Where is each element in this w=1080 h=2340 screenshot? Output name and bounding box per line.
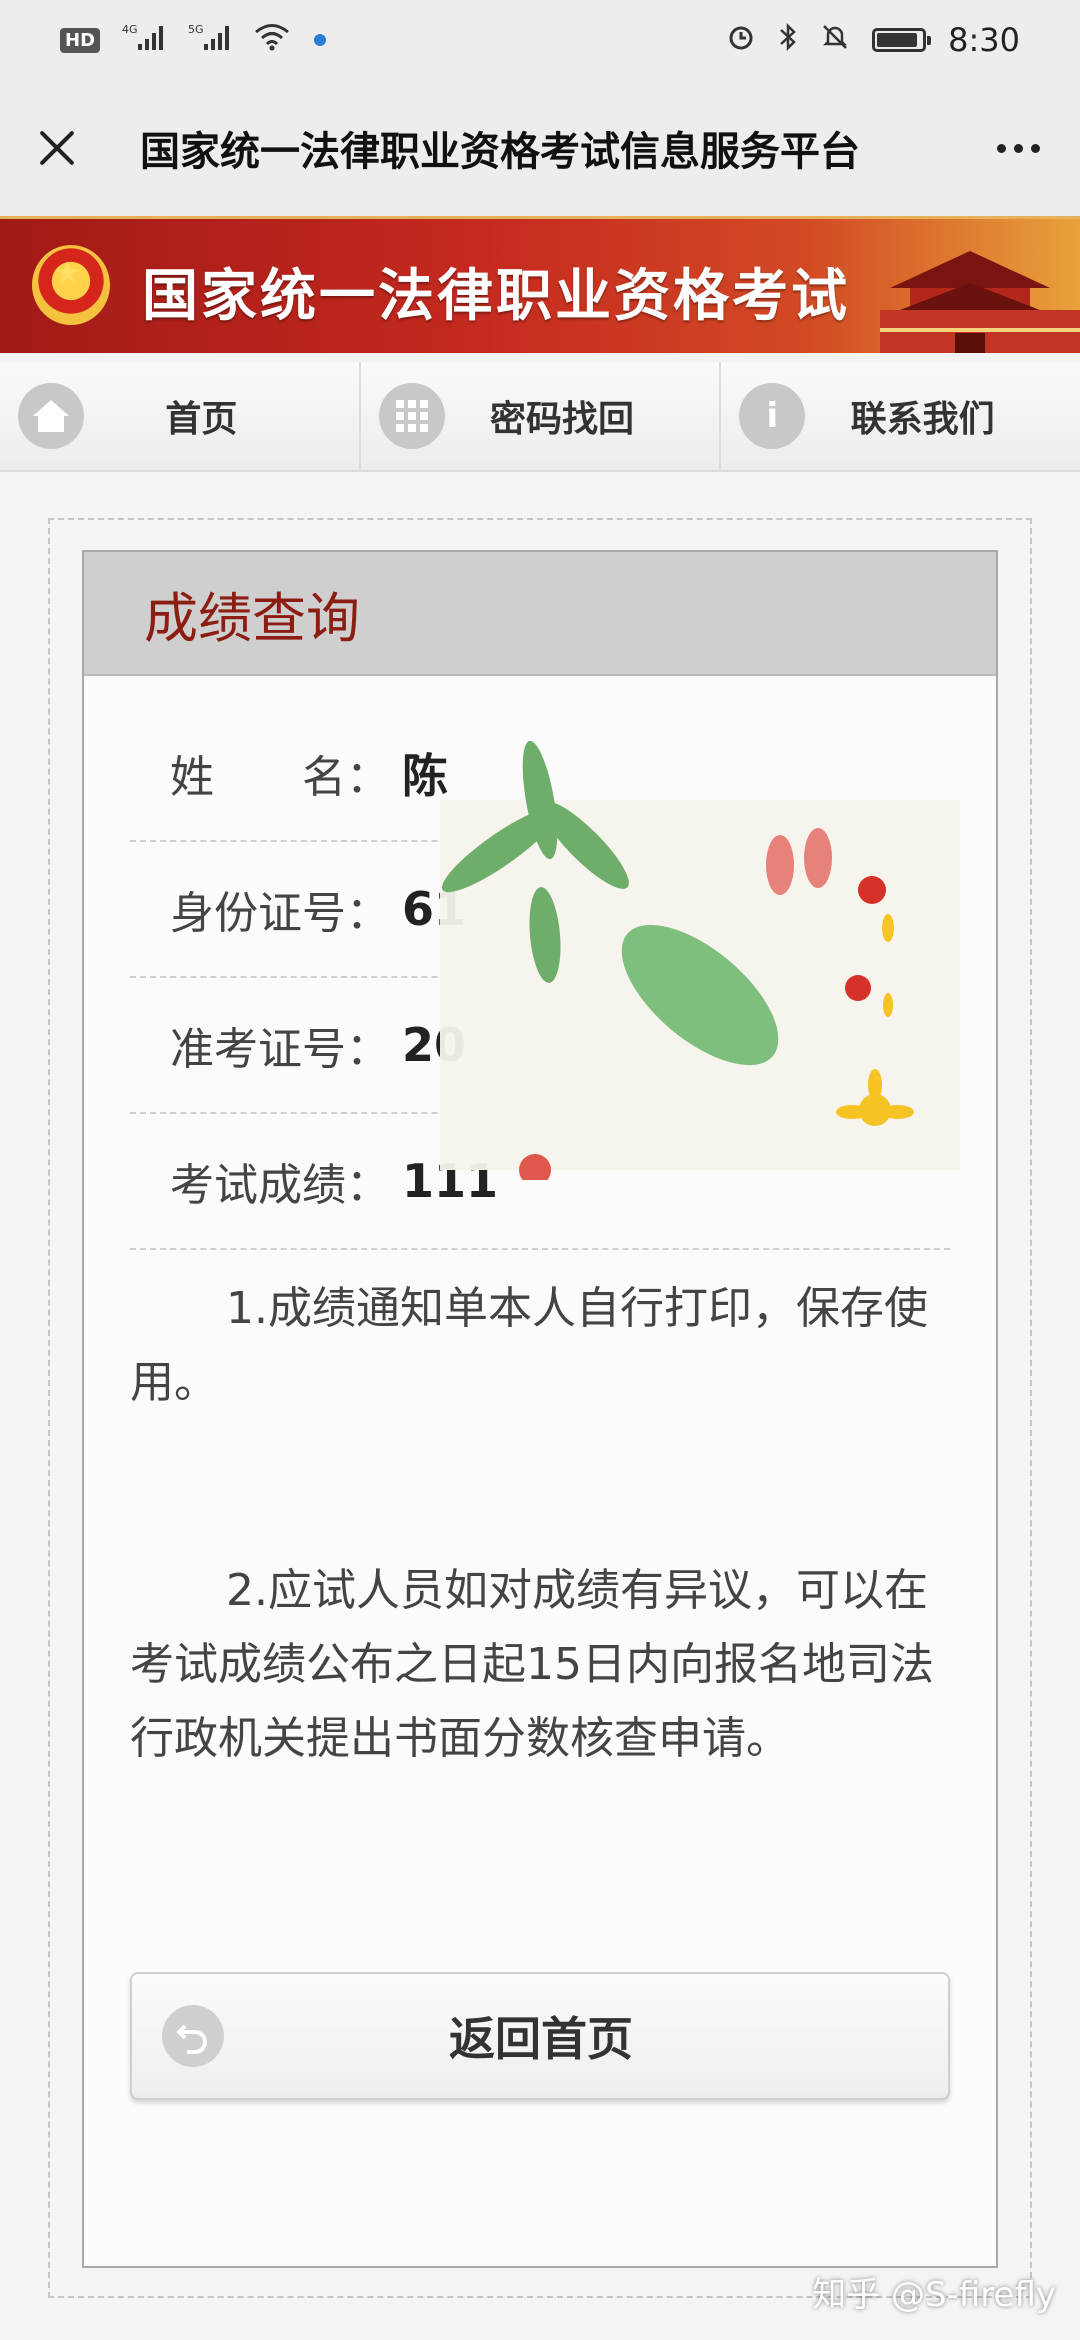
wifi-icon [254,23,290,58]
signal-icon-2: 5G [188,22,232,59]
banner-title: 国家统一法律职业资格考试 [142,264,850,329]
back-home-label: 返回首页 [449,2012,633,2066]
admission-number-value: 20 [402,1018,467,1072]
score-label: 考试成绩： [170,1160,390,1211]
svg-text:4G: 4G [122,23,138,36]
site-banner: ★ 国家统一法律职业资格考试 [0,216,1080,353]
close-button[interactable] [30,121,84,175]
id-number-value: 61 [402,882,467,936]
page-title: 国家统一法律职业资格考试信息服务平台 [140,129,860,175]
more-dot [997,143,1006,153]
name-row: 姓 名： 陈 [130,706,950,842]
signal-icon-1: 4G [122,22,166,59]
notes: 1.成绩通知单本人自行打印，保存使用。 2.应试人员如对成绩有异议，可以在考试成… [130,1272,950,1776]
more-dot [1014,143,1023,153]
status-left: HD 4G 5G [60,22,328,59]
admission-number-row: 准考证号： 20 [130,978,950,1114]
mute-bell-icon [820,22,850,59]
note-appeal: 2.应试人员如对成绩有异议，可以在考试成绩公布之日起15日内向报名地司法行政机关… [130,1565,934,1764]
score-row: 考试成绩： 111 [130,1114,950,1250]
nav-home[interactable]: 首页 [0,362,361,470]
nav-contact-label: 联系我们 [850,399,995,440]
admission-number-label: 准考证号： [170,1024,390,1075]
name-label: 姓 名： [170,752,390,803]
status-right: 8:30 [726,21,1020,59]
back-home-button[interactable]: 返回首页 [130,1972,950,2100]
battery-icon [872,28,932,52]
score-value: 111 [402,1154,499,1208]
nav-contact[interactable]: i 联系我们 [721,362,1080,470]
star-icon: ★ [54,256,81,291]
nav-home-label: 首页 [165,399,238,440]
score-panel: 成绩查询 姓 名： 陈 身份证号： 61 准考证号： 20 考试成绩： 111 … [82,550,998,2268]
undo-arrow-icon [162,2005,224,2067]
tiananmen-gate-icon [880,251,1080,353]
more-dot [1031,143,1040,153]
nav-password-recovery[interactable]: 密码找回 [360,362,722,470]
id-number-row: 身份证号： 61 [130,842,950,978]
name-value: 陈 [402,749,448,803]
home-icon [18,383,84,449]
watermark: 知乎 @S-firefly [812,2275,1056,2315]
bluetooth-icon [778,22,798,59]
id-number-label: 身份证号： [170,888,390,939]
info-icon: i [739,383,806,449]
national-emblem-icon: ★ [32,245,110,325]
more-menu-button[interactable] [987,143,1050,153]
title-bar: 国家统一法律职业资格考试信息服务平台 [0,80,1080,216]
svg-text:5G: 5G [188,23,204,36]
main-nav: 首页 密码找回 i 联系我们 [0,362,1080,472]
note-print: 1.成绩通知单本人自行打印，保存使用。 [130,1283,928,1408]
status-bar: HD 4G 5G 8:30 [0,0,1080,80]
panel-title: 成绩查询 [144,586,360,650]
nav-password-label: 密码找回 [490,399,635,440]
clock: 8:30 [948,21,1020,59]
hd-badge: HD [60,27,101,53]
app-notification-icon [312,25,328,55]
battery-fill [877,33,918,47]
alarm-icon [726,22,756,59]
info-rows: 姓 名： 陈 身份证号： 61 准考证号： 20 考试成绩： 111 [130,706,950,1250]
grid-icon [378,383,445,449]
panel-header: 成绩查询 [84,552,996,676]
